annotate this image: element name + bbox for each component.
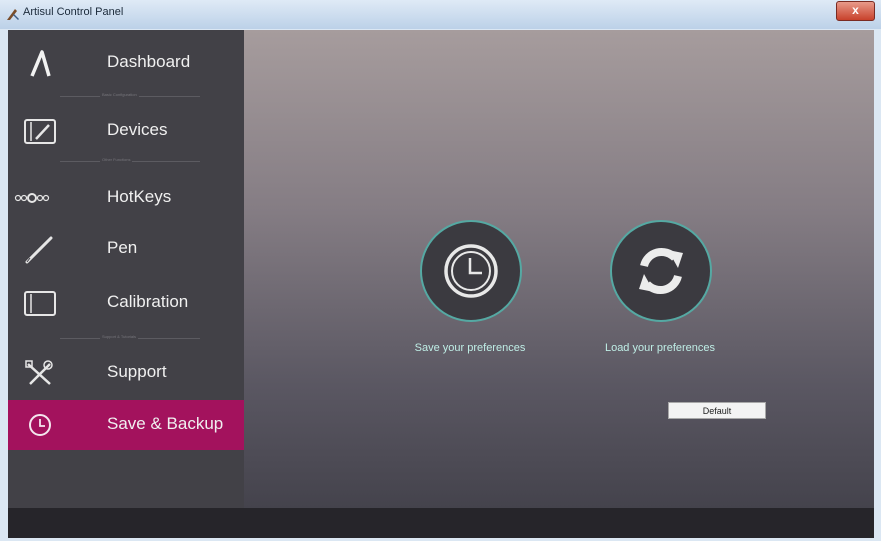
clock-icon (444, 244, 498, 298)
sidebar-item-save-backup[interactable]: Save & Backup (8, 400, 244, 450)
section-divider: Other Functions (60, 157, 200, 162)
sidebar: Dashboard Basic Configuration Devices Ot… (8, 30, 244, 508)
sidebar-item-label: Support (107, 362, 167, 381)
window-title: Artisul Control Panel (23, 6, 124, 18)
clock-icon (29, 414, 51, 436)
app-window: Artisul Control Panel x Dashboard Basic … (0, 0, 881, 541)
hotkeys-icon (14, 193, 50, 203)
save-preferences-button[interactable] (420, 220, 522, 322)
main-panel: Dashboard Basic Configuration Devices Ot… (8, 30, 874, 538)
app-icon (7, 9, 19, 20)
sidebar-item-support[interactable]: Support (8, 348, 244, 398)
section-divider: Basic Configuration (60, 92, 200, 97)
sidebar-item-label: Calibration (107, 292, 189, 311)
calibration-icon (24, 291, 56, 316)
close-button[interactable]: x (836, 1, 875, 21)
save-preferences-caption: Save your preferences (414, 342, 526, 354)
artisul-logo-icon (30, 50, 51, 77)
load-preferences-caption: Load your preferences (604, 342, 716, 354)
tools-icon (25, 360, 53, 385)
sidebar-item-label: Devices (107, 120, 168, 139)
sidebar-item-hotkeys[interactable]: HotKeys (8, 173, 244, 223)
sidebar-item-calibration[interactable]: Calibration (8, 278, 244, 328)
default-button[interactable]: Default (668, 402, 766, 419)
sidebar-item-label: HotKeys (107, 187, 172, 206)
refresh-icon (639, 248, 683, 294)
pen-icon (25, 236, 53, 264)
load-preferences-button[interactable] (610, 220, 712, 322)
sidebar-item-label: Dashboard (107, 52, 191, 71)
tablet-icon (24, 119, 56, 144)
title-bar: Artisul Control Panel x (0, 0, 881, 29)
sidebar-item-pen[interactable]: Pen (8, 224, 244, 274)
sidebar-item-dashboard[interactable]: Dashboard (8, 38, 244, 88)
sidebar-item-label: Pen (107, 238, 138, 257)
sidebar-item-label: Save & Backup (107, 414, 224, 433)
sidebar-item-devices[interactable]: Devices (8, 106, 244, 156)
section-divider: Support & Tutorials (60, 334, 200, 339)
status-bar (8, 508, 874, 538)
